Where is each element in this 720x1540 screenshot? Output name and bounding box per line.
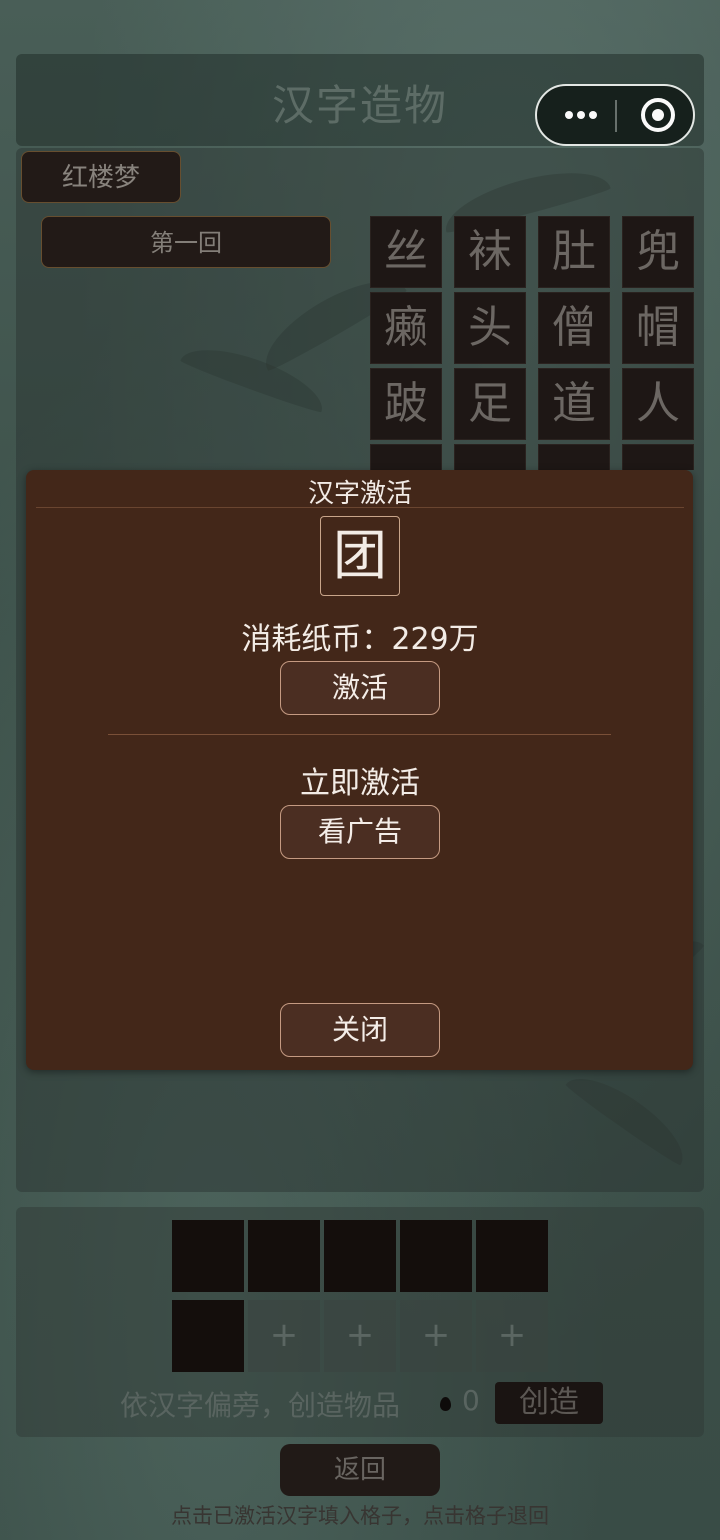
activation-character: 团 [320,516,400,596]
watch-ad-button[interactable]: 看广告 [280,805,440,859]
instant-activate-label: 立即激活 [300,766,420,801]
cost-text: 消耗纸币：229万 [241,622,479,657]
activate-button[interactable]: 激活 [280,661,440,715]
close-button[interactable]: 关闭 [280,1003,440,1057]
modal-title: 汉字激活 [307,479,412,509]
modal-divider [108,734,611,735]
modal-divider [36,507,684,508]
